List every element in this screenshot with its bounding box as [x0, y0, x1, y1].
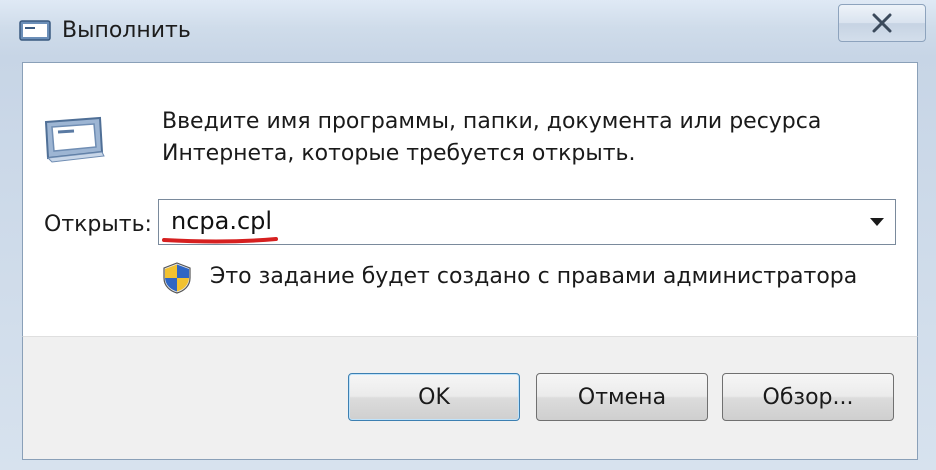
browse-button[interactable]: Обзор... [722, 373, 894, 421]
run-dialog-window: Выполнить Введите имя программы, папки, … [0, 0, 936, 470]
run-icon [18, 18, 52, 44]
cancel-button[interactable]: Отмена [536, 373, 708, 421]
uac-shield-icon [162, 262, 192, 294]
red-underline-annotation [162, 237, 278, 244]
ok-button[interactable]: OK [348, 373, 520, 421]
close-button[interactable] [838, 4, 926, 42]
window-title: Выполнить [62, 18, 191, 43]
title-bar[interactable]: Выполнить [0, 0, 936, 62]
open-label: Открыть: [44, 212, 152, 237]
close-icon [872, 13, 892, 33]
run-program-icon [42, 112, 106, 164]
instruction-text: Введите имя программы, папки, документа … [162, 109, 822, 166]
chevron-down-icon[interactable] [869, 217, 885, 227]
open-input[interactable]: ncpa.cpl [171, 206, 272, 236]
admin-notice: Это задание будет создано с правами адми… [210, 264, 858, 289]
